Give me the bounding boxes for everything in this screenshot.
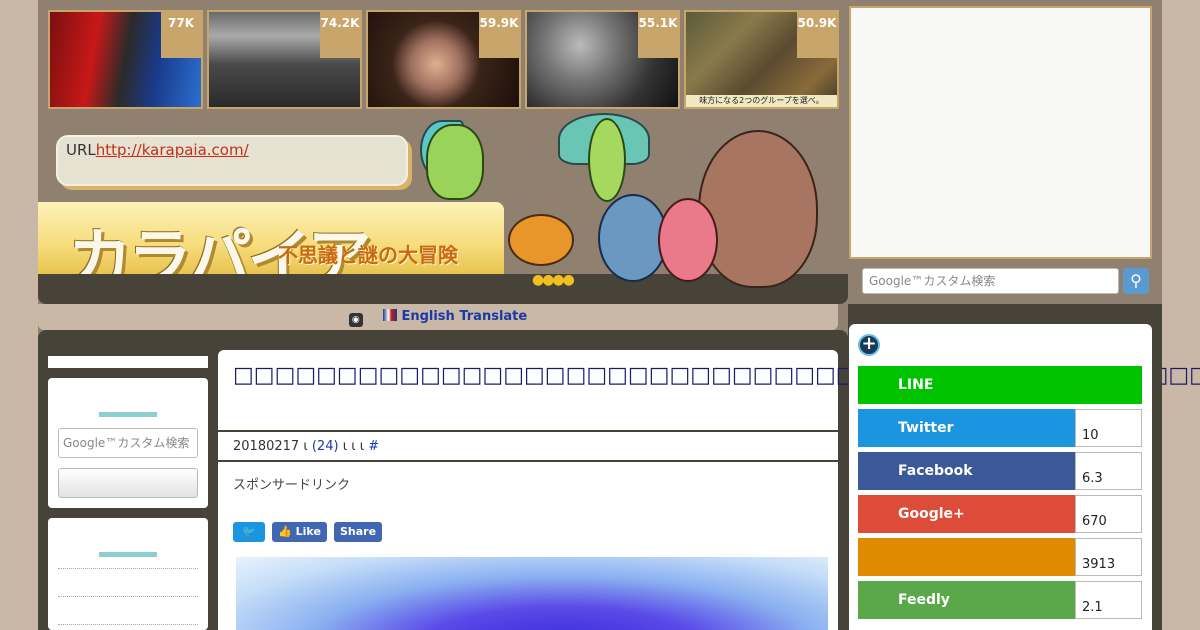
bookmark-share-count: 3913 [1075, 538, 1142, 576]
sidebar-list-box [48, 518, 208, 630]
ad-box [849, 6, 1152, 259]
site-tagline: 不思議と謎の大冒険 [278, 243, 458, 267]
chicks-illustration: ●●●● [532, 272, 575, 288]
meta-separators: ι ι ι [342, 439, 365, 454]
thumbnail-2[interactable]: 74.2K [207, 10, 362, 109]
english-translate-link[interactable]: English Translate [401, 309, 527, 324]
sidebar-heading-mark [99, 552, 157, 557]
sidebar-search-box: Google™カスタム検索 [48, 378, 208, 508]
view-count: 55.1K [638, 12, 678, 58]
googleplus-share-count: 670 [1075, 495, 1142, 533]
uk-flag-icon [383, 309, 398, 321]
article-date: 20180217 [233, 439, 300, 454]
article-title[interactable]: □□□□□□□□□□□□□□□□□□□□□□□□□□□□□□□□□□□□□□□□… [218, 350, 1200, 432]
thumbnail-3[interactable]: 59.9K [366, 10, 521, 109]
mascot-pink-bird-illustration [658, 198, 718, 282]
permalink[interactable]: # [368, 439, 379, 454]
view-count: 59.9K [479, 12, 519, 58]
like-label: Like [295, 525, 321, 538]
thumbnail-5[interactable]: 50.9K 味方になる2つのグループを選べ。 [684, 10, 839, 109]
thumbnail-1[interactable]: 77K [48, 10, 203, 109]
view-count: 50.9K [797, 12, 837, 58]
googleplus-share[interactable]: Google+ 670 [858, 495, 1142, 533]
thumbs-up-icon: 👍 [278, 525, 292, 538]
twitter-share-count: 10 [1075, 409, 1142, 447]
meta-separator: ι [303, 439, 308, 454]
feedly-share-label: Feedly [858, 581, 1075, 619]
facebook-share-button[interactable]: Share [334, 522, 383, 542]
share-panel: + LINE Twitter 10 Facebook 6.3 Google+ 6… [849, 324, 1152, 630]
fairy-illustration [426, 124, 484, 200]
popular-thumbnails: 77K 74.2K 59.9K 55.1K 50.9K 味方になる2つのグループ… [48, 10, 840, 109]
facebook-share-count: 6.3 [1075, 452, 1142, 490]
feedly-share-count: 2.1 [1075, 581, 1142, 619]
translate-bar: ◉ English Translate [38, 304, 838, 330]
bookmark-share[interactable]: 3913 [858, 538, 1142, 576]
facebook-share-label: Facebook [858, 452, 1075, 490]
site-search-input[interactable]: Google™カスタム検索 [862, 268, 1119, 294]
mascot-big-illustration [698, 130, 818, 288]
twitter-share-button[interactable]: 🐦 [233, 522, 265, 542]
facebook-like-button[interactable]: 👍 Like [272, 522, 327, 542]
bookmark-share-label [858, 538, 1075, 576]
feedly-share[interactable]: Feedly 2.1 [858, 581, 1142, 619]
url-bubble: URLhttp://karapaia.com/ [56, 135, 408, 186]
page-frame: 77K 74.2K 59.9K 55.1K 50.9K 味方になる2つのグループ… [38, 0, 1200, 630]
globe-icon[interactable]: ◉ [348, 313, 363, 327]
facebook-share[interactable]: Facebook 6.3 [858, 452, 1142, 490]
search-icon[interactable]: ⚲ [1123, 268, 1149, 294]
thumbnail-caption: 味方になる2つのグループを選べ。 [686, 95, 837, 107]
article-image [236, 557, 828, 630]
site-url-link[interactable]: http://karapaia.com/ [96, 141, 249, 159]
twitter-share-label: Twitter [858, 409, 1075, 447]
comment-count-link[interactable]: (24) [312, 439, 339, 454]
googleplus-share-label: Google+ [858, 495, 1075, 533]
twitter-share[interactable]: Twitter 10 [858, 409, 1142, 447]
line-share-label: LINE [858, 366, 1142, 404]
view-count: 77K [161, 12, 201, 58]
thumbnail-4[interactable]: 55.1K [525, 10, 680, 109]
twitter-icon: 🐦 [242, 525, 256, 538]
article: □□□□□□□□□□□□□□□□□□□□□□□□□□□□□□□□□□□□□□□□… [218, 350, 1200, 630]
sidebar-search-button[interactable] [58, 468, 198, 498]
sidebar-search-input[interactable]: Google™カスタム検索 [58, 428, 198, 458]
list-divider [58, 624, 198, 625]
view-count: 74.2K [320, 12, 360, 58]
article-meta: 20180217 ι (24) ι ι ι # [218, 432, 838, 462]
url-label: URL [66, 141, 96, 159]
site-logo[interactable]: カラパイア 不思議と謎の大冒険 [38, 202, 504, 297]
sidebar-heading-mark [99, 412, 157, 417]
fairy-illustration [588, 118, 626, 202]
plus-icon[interactable]: + [858, 334, 880, 356]
sidebar-strip [48, 356, 208, 368]
list-divider [58, 596, 198, 597]
list-divider [58, 568, 198, 569]
line-share[interactable]: LINE [858, 366, 1142, 404]
sponsored-link-label: スポンサードリンク [233, 478, 351, 493]
share-buttons: 🐦 👍 Like Share [218, 522, 838, 550]
mascot-orange-illustration [508, 214, 574, 266]
